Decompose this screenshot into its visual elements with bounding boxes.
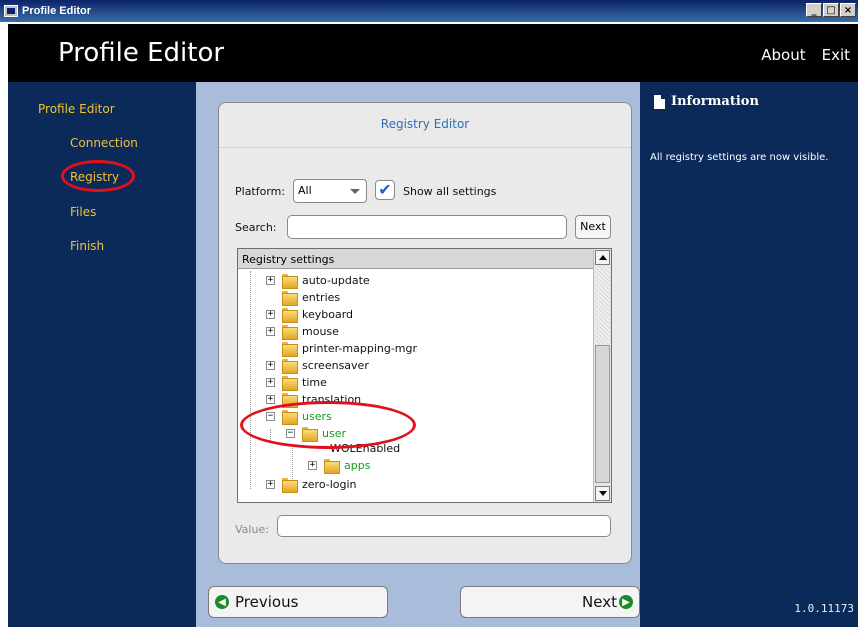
sidebar-item-finish[interactable]: Finish [70,239,104,253]
expand-icon[interactable]: + [266,361,275,370]
folder-icon [282,342,298,357]
main-content: Registry Editor Platform: All ✔ Show all… [196,82,640,627]
information-text: All registry settings are now visible. [650,152,829,163]
folder-icon [282,478,298,493]
information-panel: Information All registry settings are no… [640,82,858,627]
search-input[interactable] [287,215,567,239]
sidebar-item-connection[interactable]: Connection [70,136,138,150]
arrow-left-icon: ◀ [215,595,229,609]
registry-tree[interactable]: Registry settings + auto-update entries +… [237,248,612,503]
folder-icon [282,274,298,289]
about-link[interactable]: About [761,46,805,64]
minimize-button[interactable]: _ [806,3,822,17]
app-icon [4,5,18,17]
expand-icon[interactable]: + [266,310,275,319]
expand-icon[interactable]: + [266,378,275,387]
wizard-sidebar: Profile Editor Connection Registry Files… [8,82,196,627]
window-title-bar: Profile Editor _ □ × [0,0,858,22]
scroll-down-icon[interactable] [595,486,610,501]
value-label: Value: [235,523,269,536]
annotation-circle [240,401,416,449]
expand-icon[interactable]: + [266,276,275,285]
scroll-thumb[interactable] [595,345,610,483]
arrow-right-icon: ▶ [619,595,633,609]
folder-icon [282,359,298,374]
app-title: Profile Editor [58,38,225,68]
close-button[interactable]: × [840,3,856,17]
platform-label: Platform: [235,185,286,198]
version-label: 1.0.11173 [794,602,854,615]
scroll-up-icon[interactable] [595,250,610,265]
registry-editor-panel: Registry Editor Platform: All ✔ Show all… [218,102,632,564]
platform-value: All [298,184,312,197]
sidebar-item-profile-editor[interactable]: Profile Editor [38,102,115,116]
folder-icon [282,291,298,306]
app-header: Profile Editor About Exit [8,24,858,82]
folder-icon [282,376,298,391]
folder-icon [282,308,298,323]
previous-label: Previous [235,593,299,611]
exit-link[interactable]: Exit [822,46,850,64]
next-label: Next [582,593,617,611]
tree-column-header: Registry settings [238,249,594,269]
next-button[interactable]: Next ▶ [460,586,640,618]
platform-select[interactable]: All [293,179,367,203]
search-next-button[interactable]: Next [575,215,611,239]
tree-scrollbar[interactable] [593,249,611,502]
expand-icon[interactable]: + [266,480,275,489]
expand-icon[interactable]: + [308,461,317,470]
window-title: Profile Editor [22,5,92,17]
expand-icon[interactable]: + [266,395,275,404]
tree-line [292,445,293,479]
scroll-track[interactable] [595,266,610,344]
folder-icon [282,325,298,340]
sidebar-item-files[interactable]: Files [70,205,96,219]
folder-icon [324,459,340,474]
expand-icon[interactable]: + [266,327,275,336]
annotation-circle [61,160,135,192]
panel-title: Registry Editor [380,117,470,131]
value-field[interactable] [277,515,611,537]
previous-button[interactable]: ◀ Previous [208,586,388,618]
show-all-checkbox[interactable]: ✔ [375,180,395,200]
show-all-label: Show all settings [403,185,497,198]
chevron-down-icon [350,189,360,194]
information-heading: Information [654,94,759,109]
search-label: Search: [235,221,277,234]
tree-line [250,271,251,489]
maximize-button[interactable]: □ [823,3,839,17]
document-icon [654,94,665,109]
divider [219,147,631,148]
